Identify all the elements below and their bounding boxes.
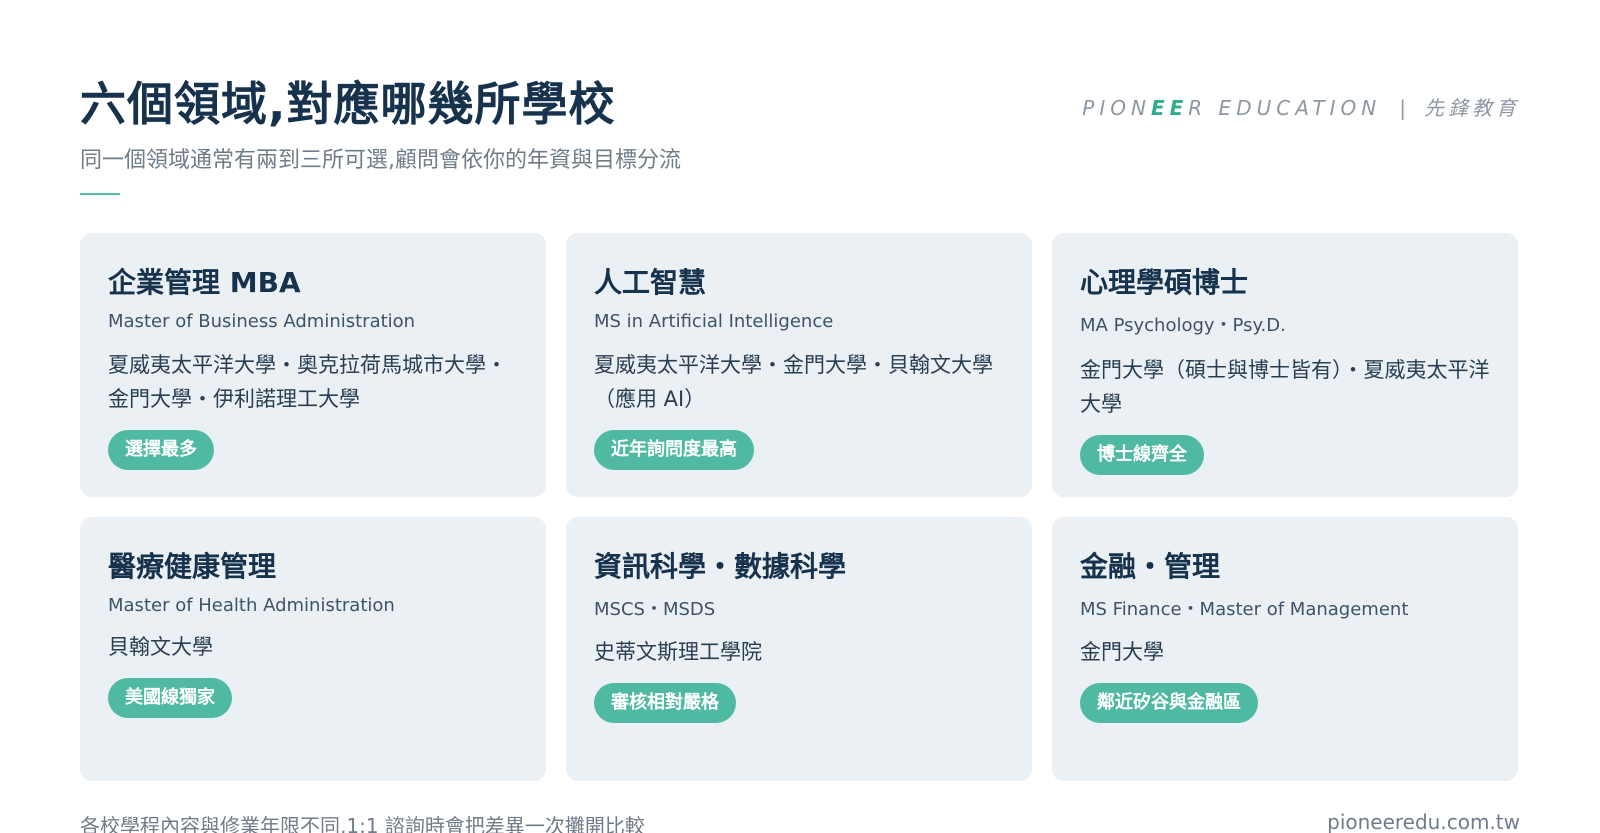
card-tag: 選擇最多 [108,430,214,470]
card-tag: 近年詢問度最高 [594,430,754,470]
card-schools: 金門大學 [1080,640,1164,664]
brand-text-part1: PION [1082,96,1151,120]
card-title: 企業管理 MBA [108,266,301,299]
card-title: 人工智慧 [594,266,707,299]
field-card-grid: 企業管理 MBA Master of Business Administrati… [80,233,1526,781]
card-schools: 貝翰文大學 [108,635,213,659]
card-english-name: MS in Artificial Intelligence [594,311,834,332]
card-schools: 夏威夷太平洋大學・金門大學・貝翰文大學（應用 AI） [594,353,993,411]
footer-url[interactable]: pioneeredu.com.tw [1327,810,1520,833]
field-card-cs-ds: 資訊科學・數據科學 MSCS・MSDS 史蒂文斯理工學院 審核相對嚴格 [566,517,1032,781]
card-schools: 史蒂文斯理工學院 [594,640,762,664]
brand-chinese: 先鋒教育 [1424,96,1520,120]
card-tag: 博士線齊全 [1080,435,1204,475]
field-card-psychology: 心理學碩博士 MA Psychology・Psy.D. 金門大學（碩士與博士皆有… [1052,233,1518,497]
brand-text-highlight: EE [1150,96,1189,120]
brand-text-part2: R EDUCATION [1188,96,1382,120]
page-title: 六個領域,對應哪幾所學校 [80,77,616,131]
card-title: 醫療健康管理 [108,550,277,583]
field-card-health-admin: 醫療健康管理 Master of Health Administration 貝… [80,517,546,781]
slide: 六個領域,對應哪幾所學校 PION EE R EDUCATION | 先鋒教育 同一… [0,0,1600,833]
card-schools: 金門大學（碩士與博士皆有）・夏威夷太平洋大學 [1080,358,1490,416]
accent-divider [80,193,120,195]
field-card-mba: 企業管理 MBA Master of Business Administrati… [80,233,546,497]
card-schools: 夏威夷太平洋大學・奧克拉荷馬城市大學・金門大學・伊利諾理工大學 [108,353,507,411]
card-title: 資訊科學・數據科學 [594,550,847,583]
brand-separator: | [1399,96,1406,120]
brand-logo: PION EE R EDUCATION | 先鋒教育 [1082,92,1520,121]
card-english-name: MA Psychology・Psy.D. [1080,315,1286,336]
card-english-name: Master of Health Administration [108,595,395,616]
card-english-name: Master of Business Administration [108,311,416,332]
page-subtitle: 同一個領域通常有兩到三所可選,顧問會依你的年資與目標分流 [80,148,681,173]
footer-note: 各校學程內容與修業年限不同,1:1 諮詢時會把差異一次攤開比較 [80,814,645,833]
field-card-ai: 人工智慧 MS in Artificial Intelligence 夏威夷太平… [566,233,1032,497]
field-card-finance: 金融・管理 MS Finance・Master of Management 金門… [1052,517,1518,781]
card-title: 金融・管理 [1080,550,1221,583]
card-tag: 鄰近矽谷與金融區 [1080,683,1258,723]
card-tag: 審核相對嚴格 [594,683,736,723]
card-english-name: MS Finance・Master of Management [1080,599,1409,620]
card-title: 心理學碩博士 [1080,266,1249,299]
card-tag: 美國線獨家 [108,678,232,718]
card-english-name: MSCS・MSDS [594,599,716,620]
